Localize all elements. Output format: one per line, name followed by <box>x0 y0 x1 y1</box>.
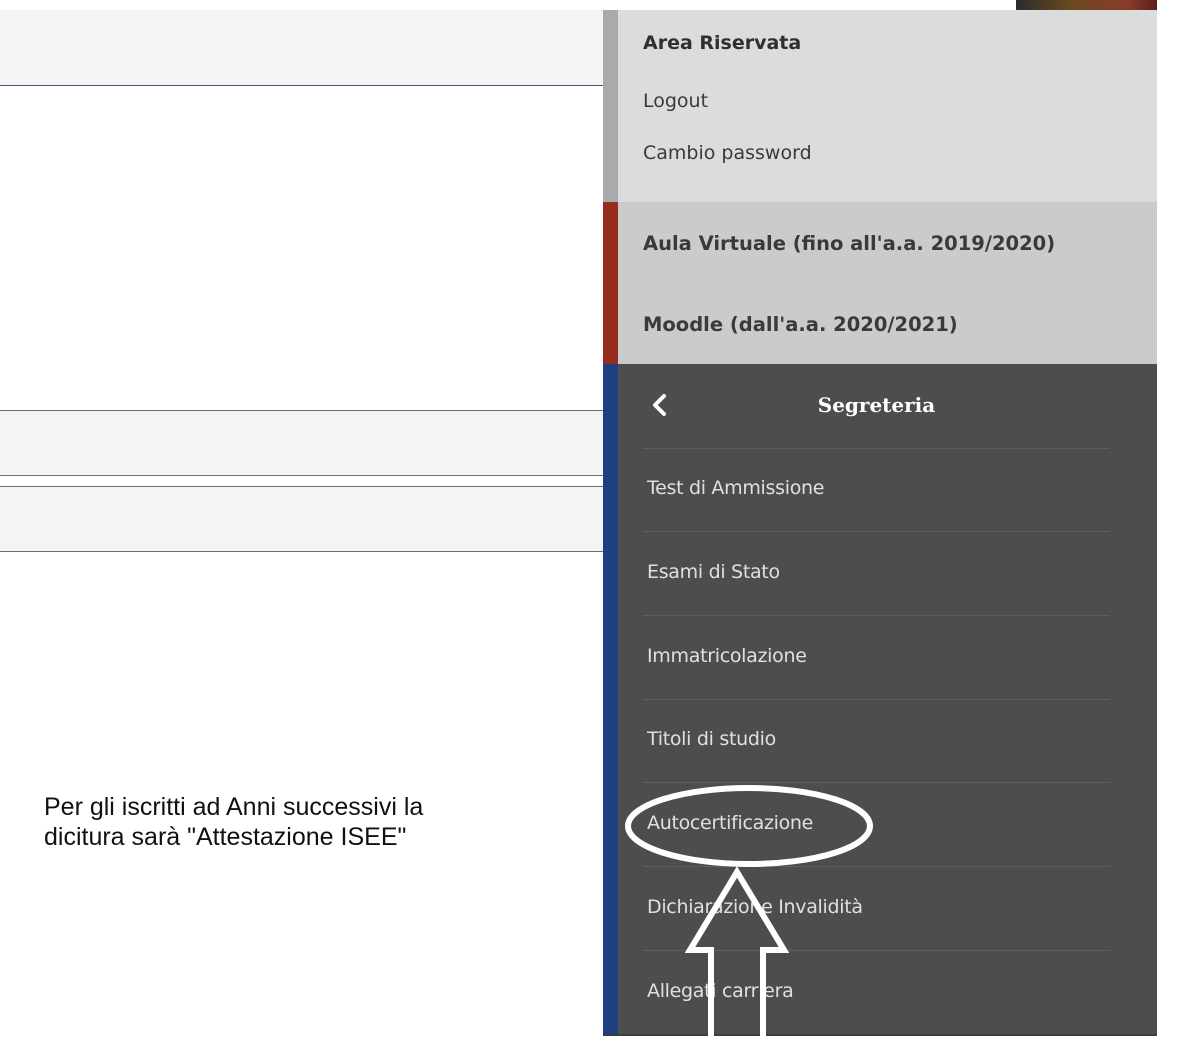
menu-item-moodle[interactable]: Moodle (dall'a.a. 2020/2021) <box>643 313 958 336</box>
menu-item-test-ammissione[interactable]: Test di Ammissione <box>643 448 1110 532</box>
menu-section-area-riservata: Area Riservata Logout Cambio password <box>603 10 1157 202</box>
menu-item-immatricolazione[interactable]: Immatricolazione <box>643 616 1110 700</box>
section-accent-strip <box>603 202 618 364</box>
menu-item-label: Titoli di studio <box>647 728 776 750</box>
menu-item-aula-virtuale[interactable]: Aula Virtuale (fino all'a.a. 2019/2020) <box>643 232 1055 255</box>
menu-item-label: Test di Ammissione <box>647 477 825 499</box>
menu-item-titoli-studio[interactable]: Titoli di studio <box>643 699 1110 783</box>
menu-item-dichiarazione-invalidita[interactable]: Dichiarazione Invalidità <box>643 867 1110 951</box>
side-menu: Area Riservata Logout Cambio password Au… <box>603 0 1157 1055</box>
menu-item-logout[interactable]: Logout <box>643 90 708 112</box>
menu-item-label: Esami di Stato <box>647 561 780 583</box>
section-accent-strip <box>603 364 618 1036</box>
segreteria-title: Segreteria <box>817 393 936 417</box>
header-band <box>0 10 603 86</box>
menu-item-cambio-password[interactable]: Cambio password <box>643 142 812 164</box>
menu-section-segreteria: Segreteria Test di Ammissione Esami di S… <box>603 364 1157 1036</box>
menu-item-label: Dichiarazione Invalidità <box>647 896 863 918</box>
menu-section-aula: Aula Virtuale (fino all'a.a. 2019/2020) … <box>603 202 1157 364</box>
header-image <box>1016 0 1157 10</box>
menu-item-label: Autocertificazione <box>647 812 814 834</box>
menu-item-autocertificazione[interactable]: Autocertificazione <box>643 783 1110 867</box>
annotation-note: Per gli iscritti ad Anni successivi la d… <box>44 793 424 851</box>
menu-item-label: Allegati carriera <box>647 980 794 1002</box>
menu-item-allegati-carriera[interactable]: Allegati carriera <box>643 951 1110 1035</box>
panel-bottom-gap <box>603 1036 1157 1055</box>
section-title-area-riservata: Area Riservata <box>643 32 802 54</box>
segreteria-header: Segreteria <box>643 364 1110 449</box>
content-row <box>0 410 603 476</box>
menu-item-label: Immatricolazione <box>647 645 807 667</box>
section-accent-strip <box>603 10 618 202</box>
menu-item-esami-stato[interactable]: Esami di Stato <box>643 532 1110 616</box>
content-row <box>0 486 603 552</box>
